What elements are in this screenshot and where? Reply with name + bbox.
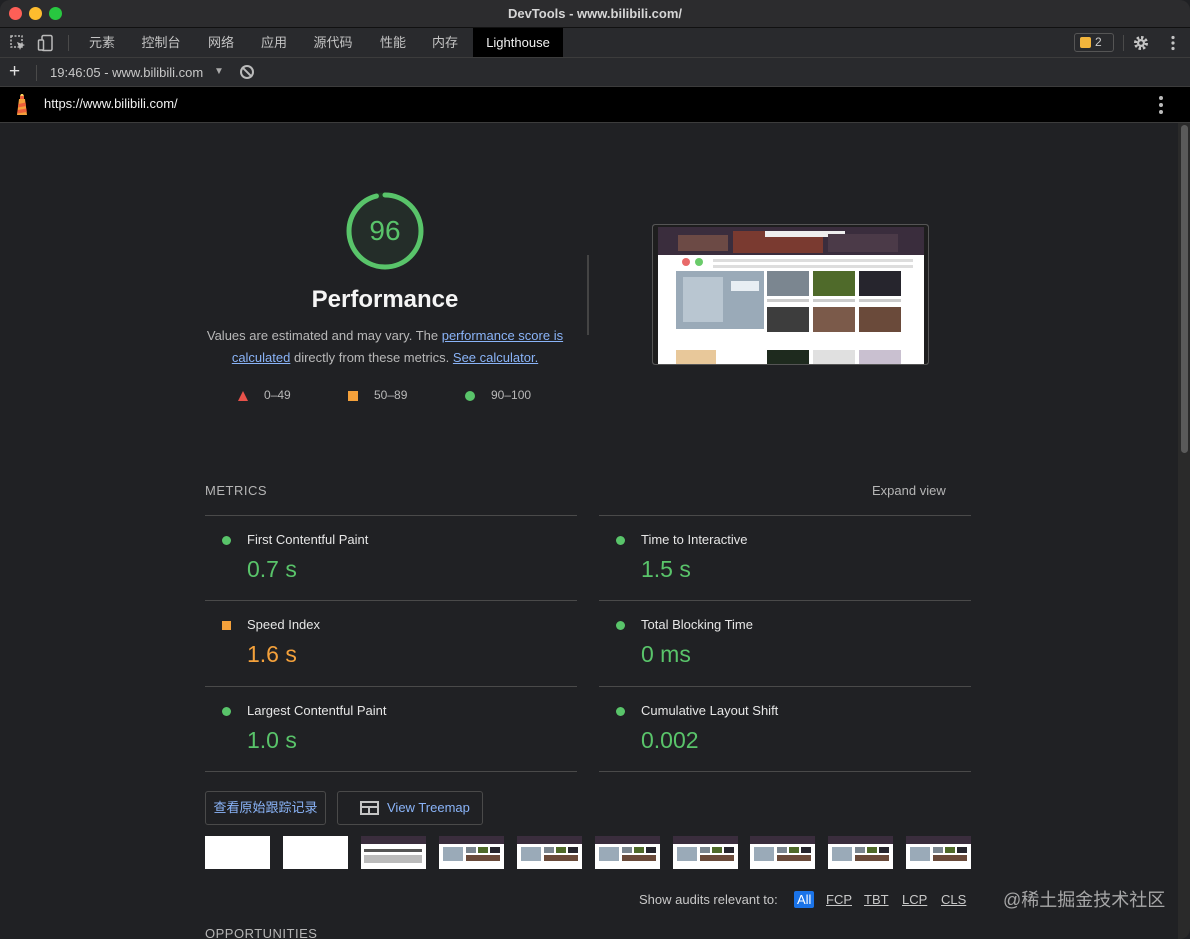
report-menu-icon[interactable] bbox=[1159, 96, 1163, 114]
pass-circle-icon bbox=[616, 536, 625, 545]
device-toolbar-icon[interactable] bbox=[37, 34, 55, 52]
tab-lighthouse[interactable]: Lighthouse bbox=[473, 28, 563, 57]
filmstrip-frame bbox=[750, 836, 815, 869]
metric-value: 0.002 bbox=[641, 727, 699, 753]
metric-value: 1.5 s bbox=[641, 556, 691, 582]
filmstrip-frame bbox=[595, 836, 660, 869]
performance-score: 96 bbox=[369, 215, 401, 246]
chevron-down-icon[interactable]: ▼ bbox=[214, 58, 224, 85]
filmstrip-frame bbox=[361, 836, 426, 869]
metric-value: 0.7 s bbox=[247, 556, 297, 582]
legend-pass: 90–100 bbox=[491, 388, 532, 402]
tab-network[interactable]: 网络 bbox=[199, 28, 243, 57]
view-treemap-button[interactable]: View Treemap bbox=[337, 791, 483, 825]
view-original-trace-button[interactable]: 查看原始跟踪记录 bbox=[205, 791, 326, 825]
more-options-icon[interactable] bbox=[1164, 34, 1182, 52]
metric-label: Largest Contentful Paint bbox=[247, 703, 387, 718]
performance-title: Performance bbox=[311, 286, 459, 313]
lighthouse-report: 96 Performance Values are estimated and … bbox=[0, 123, 1178, 939]
metric-label: Total Blocking Time bbox=[641, 617, 753, 632]
tab-sources[interactable]: 源代码 bbox=[304, 28, 362, 57]
audits-filter-label: Show audits relevant to: bbox=[639, 892, 778, 907]
page-screenshot-image bbox=[653, 225, 928, 364]
tab-elements[interactable]: 元素 bbox=[80, 28, 124, 57]
treemap-icon bbox=[360, 801, 379, 815]
legend-average: 50–89 bbox=[374, 388, 408, 402]
divider bbox=[205, 771, 577, 772]
filmstrip-frame bbox=[283, 836, 348, 869]
filmstrip-frame bbox=[517, 836, 582, 869]
scrollbar-thumb[interactable] bbox=[1181, 125, 1188, 453]
window-title: DevTools - www.bilibili.com/ bbox=[507, 6, 683, 21]
new-report-button[interactable]: + bbox=[9, 61, 20, 83]
performance-description: Values are estimated and may vary. The p… bbox=[205, 325, 565, 369]
filmstrip-frame bbox=[906, 836, 971, 869]
tab-performance[interactable]: 性能 bbox=[371, 28, 415, 57]
toolbar-divider bbox=[36, 65, 37, 81]
divider bbox=[599, 771, 971, 772]
toolbar-divider bbox=[1123, 35, 1124, 51]
see-calculator-link[interactable]: See calculator. bbox=[453, 350, 538, 365]
toolbar-divider bbox=[68, 35, 69, 51]
legend-fail: 0–49 bbox=[264, 388, 291, 402]
devtools-tab-bar: 元素 控制台 网络 应用 源代码 性能 内存 Lighthouse 2 bbox=[0, 28, 1190, 58]
metrics-heading: METRICS bbox=[205, 483, 267, 498]
filmstrip-frame bbox=[828, 836, 893, 869]
issue-icon bbox=[1080, 37, 1091, 48]
report-url-bar: https://www.bilibili.com/ bbox=[0, 87, 1190, 123]
filmstrip-frame bbox=[673, 836, 738, 869]
treemap-label: View Treemap bbox=[387, 800, 470, 815]
metric-cumulative-layout-shift: Cumulative Layout Shift 0.002 bbox=[599, 686, 971, 772]
filter-lcp[interactable]: LCP bbox=[902, 892, 927, 907]
metric-value: 1.6 s bbox=[247, 641, 297, 667]
filmstrip-frame bbox=[205, 836, 270, 869]
pass-circle-icon bbox=[222, 536, 231, 545]
filter-cls[interactable]: CLS bbox=[941, 892, 966, 907]
report-url[interactable]: https://www.bilibili.com/ bbox=[44, 87, 178, 121]
title-bar: DevTools - www.bilibili.com/ bbox=[0, 0, 1190, 28]
description-text: directly from these metrics. bbox=[290, 350, 453, 365]
pass-circle-icon bbox=[465, 391, 475, 401]
metric-time-to-interactive: Time to Interactive 1.5 s bbox=[599, 515, 971, 601]
pass-circle-icon bbox=[616, 621, 625, 630]
metric-largest-contentful-paint: Largest Contentful Paint 1.0 s bbox=[205, 686, 577, 772]
issues-count: 2 bbox=[1095, 35, 1102, 49]
vertical-scrollbar[interactable] bbox=[1178, 123, 1190, 939]
tab-memory[interactable]: 内存 bbox=[423, 28, 467, 57]
metric-speed-index: Speed Index 1.6 s bbox=[205, 600, 577, 686]
opportunities-heading: OPPORTUNITIES bbox=[205, 926, 318, 939]
metric-total-blocking-time: Total Blocking Time 0 ms bbox=[599, 600, 971, 686]
final-screenshot[interactable] bbox=[652, 224, 929, 365]
filter-fcp[interactable]: FCP bbox=[826, 892, 852, 907]
report-selector[interactable]: 19:46:05 - www.bilibili.com bbox=[50, 58, 203, 87]
metric-label: Speed Index bbox=[247, 617, 321, 632]
tab-console[interactable]: 控制台 bbox=[132, 28, 190, 57]
pass-circle-icon bbox=[222, 707, 231, 716]
gear-icon[interactable] bbox=[1132, 34, 1150, 52]
lighthouse-toolbar: + 19:46:05 - www.bilibili.com ▼ bbox=[0, 58, 1190, 87]
pass-circle-icon bbox=[616, 707, 625, 716]
metric-value: 1.0 s bbox=[247, 727, 297, 753]
average-square-icon bbox=[222, 621, 231, 630]
filter-tbt[interactable]: TBT bbox=[864, 892, 889, 907]
clear-reports-icon[interactable] bbox=[240, 65, 254, 79]
description-text: Values are estimated and may vary. The bbox=[206, 328, 442, 343]
metric-label: First Contentful Paint bbox=[247, 532, 369, 547]
fail-triangle-icon bbox=[238, 391, 248, 401]
lighthouse-logo-icon bbox=[17, 94, 27, 115]
metric-label: Time to Interactive bbox=[641, 532, 748, 547]
devtools-window: DevTools - www.bilibili.com/ 元素 控制台 网络 应… bbox=[0, 0, 1190, 939]
tab-application[interactable]: 应用 bbox=[252, 28, 296, 57]
issues-badge[interactable]: 2 bbox=[1074, 33, 1114, 52]
metric-first-contentful-paint: First Contentful Paint 0.7 s bbox=[205, 515, 577, 601]
expand-view-toggle[interactable]: Expand view bbox=[872, 483, 946, 498]
metric-label: Cumulative Layout Shift bbox=[641, 703, 779, 718]
inspect-element-icon[interactable] bbox=[9, 34, 27, 52]
metric-value: 0 ms bbox=[641, 641, 691, 667]
filter-all[interactable]: All bbox=[794, 891, 815, 908]
watermark: @稀土掘金技术社区 bbox=[1003, 890, 1166, 910]
divider bbox=[587, 255, 589, 335]
average-square-icon bbox=[348, 391, 358, 401]
filmstrip-frame bbox=[439, 836, 504, 869]
